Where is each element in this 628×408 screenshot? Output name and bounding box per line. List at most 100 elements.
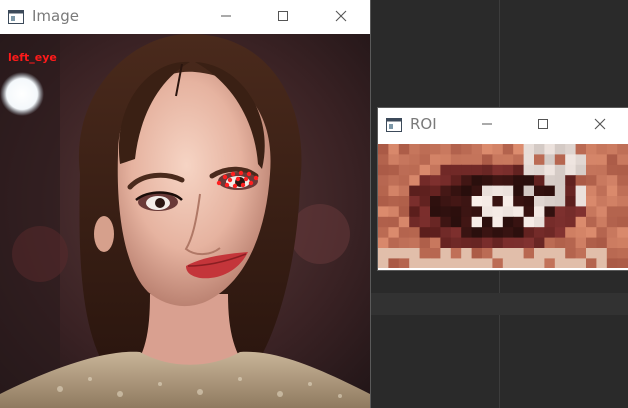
roi-pixel <box>554 216 566 228</box>
roi-pixel <box>502 144 514 155</box>
roi-pixel <box>398 185 410 197</box>
roi-pixel <box>586 196 597 207</box>
roi-pixel <box>502 248 514 259</box>
close-button[interactable] <box>577 108 623 140</box>
roi-pixel <box>523 154 535 166</box>
roi-pixel <box>544 227 556 239</box>
roi-pixel <box>596 206 608 218</box>
roi-pixel <box>502 154 514 166</box>
roi-pixel <box>606 248 618 259</box>
roi-pixel <box>554 175 566 187</box>
roi-pixel <box>409 248 421 259</box>
roi-pixel <box>440 216 452 228</box>
roi-pixel <box>430 175 441 187</box>
roi-pixel <box>378 144 389 155</box>
roi-pixel <box>419 227 431 239</box>
roi-pixel <box>606 144 618 155</box>
roi-pixel <box>378 237 389 249</box>
roi-pixel <box>440 154 452 166</box>
app-window-icon <box>8 9 24 24</box>
roi-pixel <box>544 154 556 166</box>
roi-pixel <box>471 248 483 259</box>
face-photo <box>0 34 370 408</box>
maximize-button[interactable] <box>520 108 566 140</box>
roi-pixel <box>430 258 441 268</box>
roi-pixel <box>450 154 462 166</box>
roi-pixel <box>586 216 597 228</box>
roi-pixel <box>440 144 452 155</box>
roi-pixel <box>440 248 452 259</box>
roi-pixel <box>534 248 545 259</box>
roi-pixel <box>523 144 535 155</box>
roi-pixel <box>565 258 577 268</box>
roi-pixel <box>430 196 441 207</box>
roi-pixel <box>409 237 421 249</box>
roi-pixel <box>617 154 628 166</box>
roi-pixel <box>471 216 483 228</box>
roi-pixel <box>378 248 389 259</box>
roi-pixel <box>471 196 483 207</box>
roi-pixel <box>617 206 628 218</box>
roi-label: left_eye <box>8 51 57 64</box>
roi-pixel <box>378 216 389 228</box>
roi-pixel <box>606 227 618 239</box>
maximize-button[interactable] <box>260 0 306 32</box>
roi-pixel <box>513 164 525 176</box>
minimize-icon <box>482 123 492 125</box>
roi-pixel <box>534 227 545 239</box>
roi-pixel <box>398 237 410 249</box>
roi-pixel <box>378 196 389 207</box>
roi-pixel <box>523 175 535 187</box>
roi-pixel <box>586 206 597 218</box>
minimize-button[interactable] <box>464 108 510 140</box>
roi-pixel <box>409 206 421 218</box>
roi-pixel <box>492 196 504 207</box>
roi-pixel <box>450 237 462 249</box>
image-window-titlebar[interactable]: Image <box>0 0 370 34</box>
roi-pixel <box>450 227 462 239</box>
roi-pixel <box>534 237 545 249</box>
roi-pixel <box>565 216 577 228</box>
roi-pixel <box>471 258 483 268</box>
roi-pixel <box>492 144 504 155</box>
roi-pixel <box>419 144 431 155</box>
roi-pixel <box>440 206 452 218</box>
roi-pixel <box>523 185 535 197</box>
roi-pixel <box>419 248 431 259</box>
roi-pixel <box>482 154 493 166</box>
roi-pixelated-image <box>378 144 628 268</box>
roi-pixel <box>565 164 577 176</box>
app-window-icon <box>386 117 402 132</box>
roi-pixel <box>440 175 452 187</box>
roi-pixel <box>430 216 441 228</box>
roi-pixel <box>575 144 587 155</box>
roi-pixel <box>523 258 535 268</box>
roi-pixel <box>450 248 462 259</box>
roi-pixel <box>450 164 462 176</box>
roi-pixel <box>534 206 545 218</box>
roi-pixel <box>471 144 483 155</box>
roi-pixel <box>565 206 577 218</box>
roi-pixel <box>409 154 421 166</box>
roi-pixel <box>586 227 597 239</box>
roi-pixel <box>523 227 535 239</box>
close-button[interactable] <box>318 0 364 32</box>
roi-pixel <box>440 196 452 207</box>
roi-pixel <box>554 154 566 166</box>
roi-pixel <box>617 144 628 155</box>
roi-pixel <box>398 154 410 166</box>
minimize-button[interactable] <box>203 0 249 32</box>
roi-pixel <box>482 196 493 207</box>
close-icon <box>594 118 606 130</box>
roi-pixel <box>419 237 431 249</box>
roi-pixel <box>596 185 608 197</box>
roi-pixel <box>596 258 608 268</box>
roi-pixel <box>440 185 452 197</box>
roi-pixel <box>523 216 535 228</box>
roi-pixel <box>378 175 389 187</box>
roi-pixel <box>565 144 577 155</box>
roi-pixel <box>398 248 410 259</box>
roi-pixel <box>492 237 504 249</box>
roi-window-titlebar[interactable]: ROI <box>378 108 628 142</box>
roi-pixel <box>606 196 618 207</box>
